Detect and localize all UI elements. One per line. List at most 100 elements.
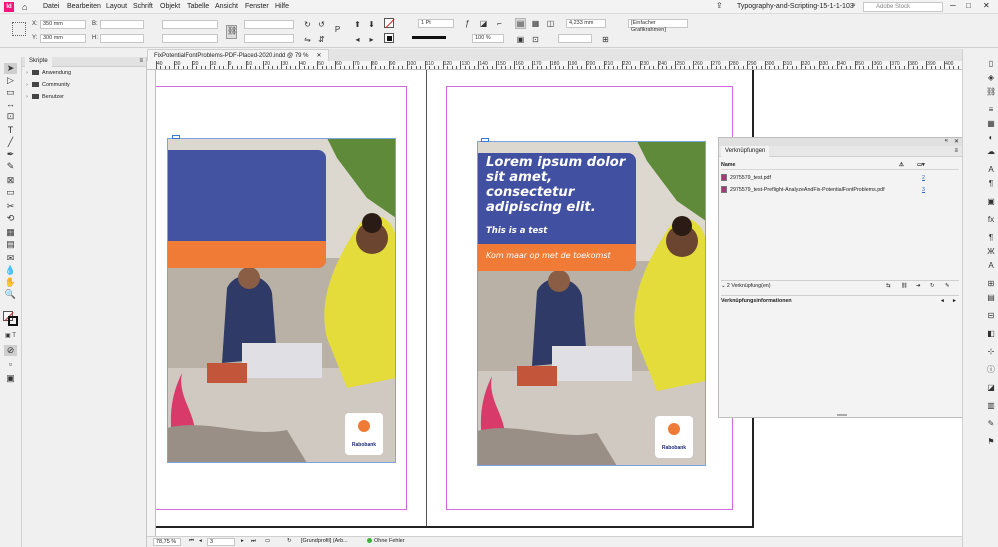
select-next-icon[interactable]: ▸ (366, 34, 377, 45)
paragraph-styles-icon[interactable]: ¶ (986, 179, 996, 189)
relink-cc-icon[interactable]: ⇆ (886, 281, 890, 291)
pencil-tool-icon[interactable]: ✎ (4, 161, 17, 172)
name-column-label[interactable]: Name (721, 162, 735, 168)
update-link-icon[interactable]: ↻ (930, 281, 934, 291)
preflight-panel-icon[interactable]: ⚑ (986, 437, 996, 447)
menu-fenster[interactable]: Fenster (245, 3, 269, 10)
height-field[interactable] (100, 34, 144, 43)
text-wrap-icon[interactable]: ▣ (986, 197, 996, 207)
fit-content-icon[interactable]: ▣ (515, 34, 526, 45)
horizontal-ruler[interactable]: 40 30 20 10 0 10 20 30 40 50 60 70 80 90 100 110 120 130 1… (147, 61, 962, 70)
y-field[interactable]: 300 mm (40, 34, 86, 43)
pen-tool-icon[interactable]: ✒ (4, 149, 17, 160)
frame-style-select[interactable]: [Einfacher Grafikrahmen] (628, 19, 688, 33)
preflight-status[interactable]: Ohne Fehler (367, 538, 405, 544)
size-field[interactable]: 4,233 mm (566, 19, 606, 28)
home-icon[interactable]: ⌂ (22, 2, 27, 12)
pages-panel-icon[interactable]: ▯ (986, 59, 996, 69)
effects-panel-icon[interactable]: fx (986, 215, 996, 225)
stroke-weight-field[interactable]: 1 Pt (418, 19, 454, 28)
link-page-number[interactable]: 2 (922, 173, 925, 183)
frame-handle-right[interactable] (481, 138, 489, 142)
apply-none-icon[interactable]: ⊘ (4, 345, 17, 356)
fit-frame-icon[interactable]: ⊡ (530, 34, 541, 45)
page-menu-icon[interactable]: ▭ (265, 538, 270, 544)
edit-original-icon[interactable]: ✎ (945, 281, 949, 291)
collapse-icon[interactable]: « (945, 138, 948, 144)
resize-grip[interactable] (837, 414, 847, 416)
layers-panel-icon[interactable]: ◈ (986, 73, 996, 83)
constrain-proportions-icon[interactable]: ⛓ (226, 25, 237, 39)
glyphs-panel-icon[interactable]: Ж (986, 247, 996, 257)
open-page-icon[interactable]: ↻ (287, 538, 292, 544)
selection-frame-left[interactable] (167, 138, 396, 463)
link-row[interactable]: 2975579_test-Preflight-AnalyzeAndFix-Pot… (721, 185, 959, 195)
stroke-swatch[interactable] (384, 33, 394, 43)
flip-icon[interactable]: P (332, 24, 343, 35)
object-styles-icon[interactable]: ◪ (986, 383, 996, 393)
rectangle-tool-icon[interactable]: ▭ (4, 187, 17, 198)
script-folder-community[interactable]: › Community (26, 81, 70, 89)
flip-horizontal-icon[interactable]: ⇋ (302, 34, 313, 45)
menu-schrift[interactable]: Schrift (133, 3, 153, 10)
cc-libraries-icon[interactable]: ☁ (986, 147, 996, 157)
paragraph-panel-icon[interactable]: ¶ (986, 233, 996, 243)
cell-styles-icon[interactable]: ▤ (986, 293, 996, 303)
tab-close-icon[interactable]: ✕ (317, 53, 322, 59)
prev-link-icon[interactable]: ◂ (941, 296, 944, 306)
document-tab[interactable]: FixPotentialFontProblems-PDF-Placed-2020… (147, 49, 329, 61)
hand-tool-icon[interactable]: ✋ (4, 277, 17, 288)
script-folder-benutzer[interactable]: › Benutzer (26, 93, 64, 101)
text-wrap-none-icon[interactable]: ▤ (515, 18, 526, 29)
close-icon[interactable]: ✕ (983, 1, 990, 10)
shear-field[interactable] (244, 34, 294, 43)
flip-vertical-icon[interactable]: ⇵ (316, 34, 327, 45)
links-panel-tab[interactable]: Verknüpfungen (721, 146, 770, 157)
panel-menu-icon[interactable]: ≡ (139, 58, 143, 64)
vertical-ruler[interactable] (147, 70, 156, 536)
links-panel-icon[interactable]: ⛓ (986, 87, 996, 97)
zoom-field[interactable]: 78,75 % (153, 538, 181, 546)
swatches-panel-icon[interactable]: ▦ (986, 119, 996, 129)
width-field[interactable] (100, 20, 144, 29)
free-transform-tool-icon[interactable]: ⟲ (4, 213, 17, 224)
link-page-number[interactable]: 3 (922, 185, 925, 195)
scale-y-field[interactable] (162, 34, 218, 43)
scale-x-field[interactable] (162, 20, 218, 29)
column-field[interactable] (558, 34, 592, 43)
direct-selection-tool-icon[interactable]: ▷ (4, 75, 17, 86)
relink-icon[interactable]: ⛓ (901, 281, 908, 291)
normal-view-icon[interactable]: ▫ (4, 359, 17, 370)
menu-datei[interactable]: Datei (43, 3, 59, 10)
links-panel-titlebar[interactable]: « ✕ (719, 138, 962, 146)
frame-handle-left[interactable] (172, 135, 180, 139)
page-field[interactable]: 3 (207, 538, 235, 546)
pathfinder-icon[interactable]: ◧ (986, 329, 996, 339)
formatting-affects-icon[interactable]: ▣ T (4, 331, 17, 342)
rotate-cw-icon[interactable]: ↻ (302, 19, 313, 30)
table-panel-icon[interactable]: ⊞ (986, 279, 996, 289)
selection-frame-right[interactable] (477, 141, 706, 466)
menu-bearbeiten[interactable]: Bearbeiten (67, 3, 101, 10)
screen-mode-icon[interactable]: ▣ (4, 373, 17, 384)
stroke-panel-icon[interactable]: ≡ (986, 105, 996, 115)
last-page-icon[interactable]: ⏭ (251, 538, 256, 545)
menu-ansicht[interactable]: Ansicht (215, 3, 238, 10)
auto-fit-icon[interactable]: ⊞ (600, 34, 611, 45)
menu-objekt[interactable]: Objekt (160, 3, 180, 10)
menu-tabelle[interactable]: Tabelle (187, 3, 209, 10)
goto-link-icon[interactable]: ➜ (916, 281, 920, 291)
link-info-header[interactable]: Verknüpfungsinformationen ◂ ▸ (721, 295, 959, 305)
script-folder-anwendung[interactable]: › Anwendung (26, 69, 71, 77)
x-field[interactable]: 350 mm (40, 20, 86, 29)
text-wrap-shape-icon[interactable]: ◫ (545, 18, 556, 29)
type-tool-icon[interactable]: T (4, 125, 17, 136)
select-previous-icon[interactable]: ◂ (352, 34, 363, 45)
selection-tool-icon[interactable]: ➤ (4, 63, 17, 74)
align-panel-icon[interactable]: ⊟ (986, 311, 996, 321)
adobe-stock-search[interactable]: Adobe Stock (863, 2, 943, 12)
rotation-field[interactable] (244, 20, 294, 29)
note-tool-icon[interactable]: ✉ (4, 253, 17, 264)
next-page-icon[interactable]: ▸ (241, 538, 244, 544)
corner-options-icon[interactable]: ⌐ (494, 18, 505, 29)
